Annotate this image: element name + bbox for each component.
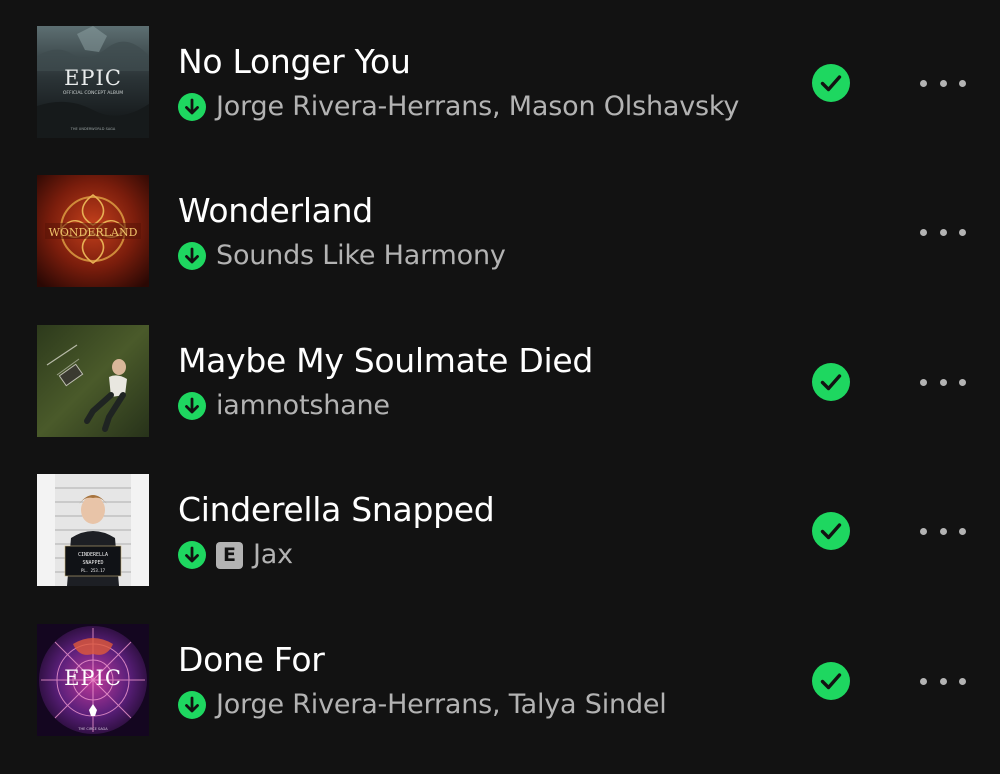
album-art: CINDERELLA SNAPPED PL. 253.17 — [37, 474, 149, 586]
dot-icon — [920, 677, 927, 685]
album-art — [37, 325, 149, 437]
dot-icon — [959, 378, 966, 386]
download-icon — [178, 691, 206, 719]
album-art: EPIC OFFICIAL CONCEPT ALBUM THE UNDERWOR… — [37, 26, 149, 138]
dot-icon — [939, 228, 947, 236]
svg-text:CINDERELLA: CINDERELLA — [78, 552, 108, 558]
dot-icon — [959, 79, 966, 87]
dot-icon — [939, 527, 947, 535]
svg-text:WONDERLAND: WONDERLAND — [49, 226, 138, 239]
dot-icon — [920, 228, 927, 236]
check-circle-icon[interactable] — [812, 363, 850, 401]
track-meta: Jorge Rivera-Herrans, Mason Olshavsky — [178, 92, 739, 122]
track-meta: Sounds Like Harmony — [178, 241, 506, 271]
dot-icon — [939, 79, 947, 87]
track-meta: iamnotshane — [178, 391, 390, 421]
track-title[interactable]: Maybe My Soulmate Died — [178, 341, 593, 381]
track-title[interactable]: Cinderella Snapped — [178, 490, 495, 530]
svg-text:THE CIRCE SAGA: THE CIRCE SAGA — [77, 727, 108, 731]
more-options-button[interactable] — [920, 516, 966, 546]
track-artists[interactable]: iamnotshane — [216, 391, 390, 421]
track-artists[interactable]: Jax — [253, 540, 293, 570]
svg-text:EPIC: EPIC — [64, 66, 122, 90]
download-icon — [178, 242, 206, 270]
track-title[interactable]: No Longer You — [178, 42, 411, 82]
dot-icon — [959, 527, 966, 535]
dot-icon — [920, 378, 927, 386]
album-art: EPIC THE CIRCE SAGA — [37, 624, 149, 736]
svg-text:OFFICIAL CONCEPT ALBUM: OFFICIAL CONCEPT ALBUM — [63, 90, 123, 96]
track-row[interactable]: WONDERLAND Wonderland Sounds Like Harmon… — [0, 175, 1000, 325]
check-circle-icon[interactable] — [812, 64, 850, 102]
track-title[interactable]: Wonderland — [178, 191, 373, 231]
track-artists[interactable]: Sounds Like Harmony — [216, 241, 506, 271]
track-title[interactable]: Done For — [178, 640, 325, 680]
dot-icon — [959, 677, 966, 685]
dot-icon — [939, 677, 947, 685]
track-meta: Jorge Rivera-Herrans, Talya Sindel — [178, 690, 667, 720]
dot-icon — [939, 378, 947, 386]
more-options-button[interactable] — [920, 217, 966, 247]
more-options-button[interactable] — [920, 367, 966, 397]
dot-icon — [920, 79, 927, 87]
check-circle-icon[interactable] — [812, 512, 850, 550]
svg-text:PL. 253.17: PL. 253.17 — [81, 568, 106, 573]
svg-text:EPIC: EPIC — [64, 666, 122, 690]
check-circle-icon[interactable] — [812, 662, 850, 700]
track-row[interactable]: Maybe My Soulmate Died iamnotshane — [0, 325, 1000, 475]
dot-icon — [920, 527, 927, 535]
more-options-button[interactable] — [920, 68, 966, 98]
track-row[interactable]: CINDERELLA SNAPPED PL. 253.17 Cinderella… — [0, 474, 1000, 624]
track-row[interactable]: EPIC OFFICIAL CONCEPT ALBUM THE UNDERWOR… — [0, 26, 1000, 176]
track-artists[interactable]: Jorge Rivera-Herrans, Mason Olshavsky — [216, 92, 739, 122]
download-icon — [178, 93, 206, 121]
svg-text:THE UNDERWORLD SAGA: THE UNDERWORLD SAGA — [70, 127, 116, 131]
svg-text:SNAPPED: SNAPPED — [82, 560, 103, 566]
download-icon — [178, 392, 206, 420]
explicit-badge: E — [216, 541, 243, 569]
track-meta: E Jax — [178, 540, 293, 570]
album-art: WONDERLAND — [37, 175, 149, 287]
more-options-button[interactable] — [920, 666, 966, 696]
dot-icon — [959, 228, 966, 236]
track-row[interactable]: EPIC THE CIRCE SAGA Done For Jorge River… — [0, 624, 1000, 774]
track-artists[interactable]: Jorge Rivera-Herrans, Talya Sindel — [216, 690, 667, 720]
download-icon — [178, 541, 206, 569]
